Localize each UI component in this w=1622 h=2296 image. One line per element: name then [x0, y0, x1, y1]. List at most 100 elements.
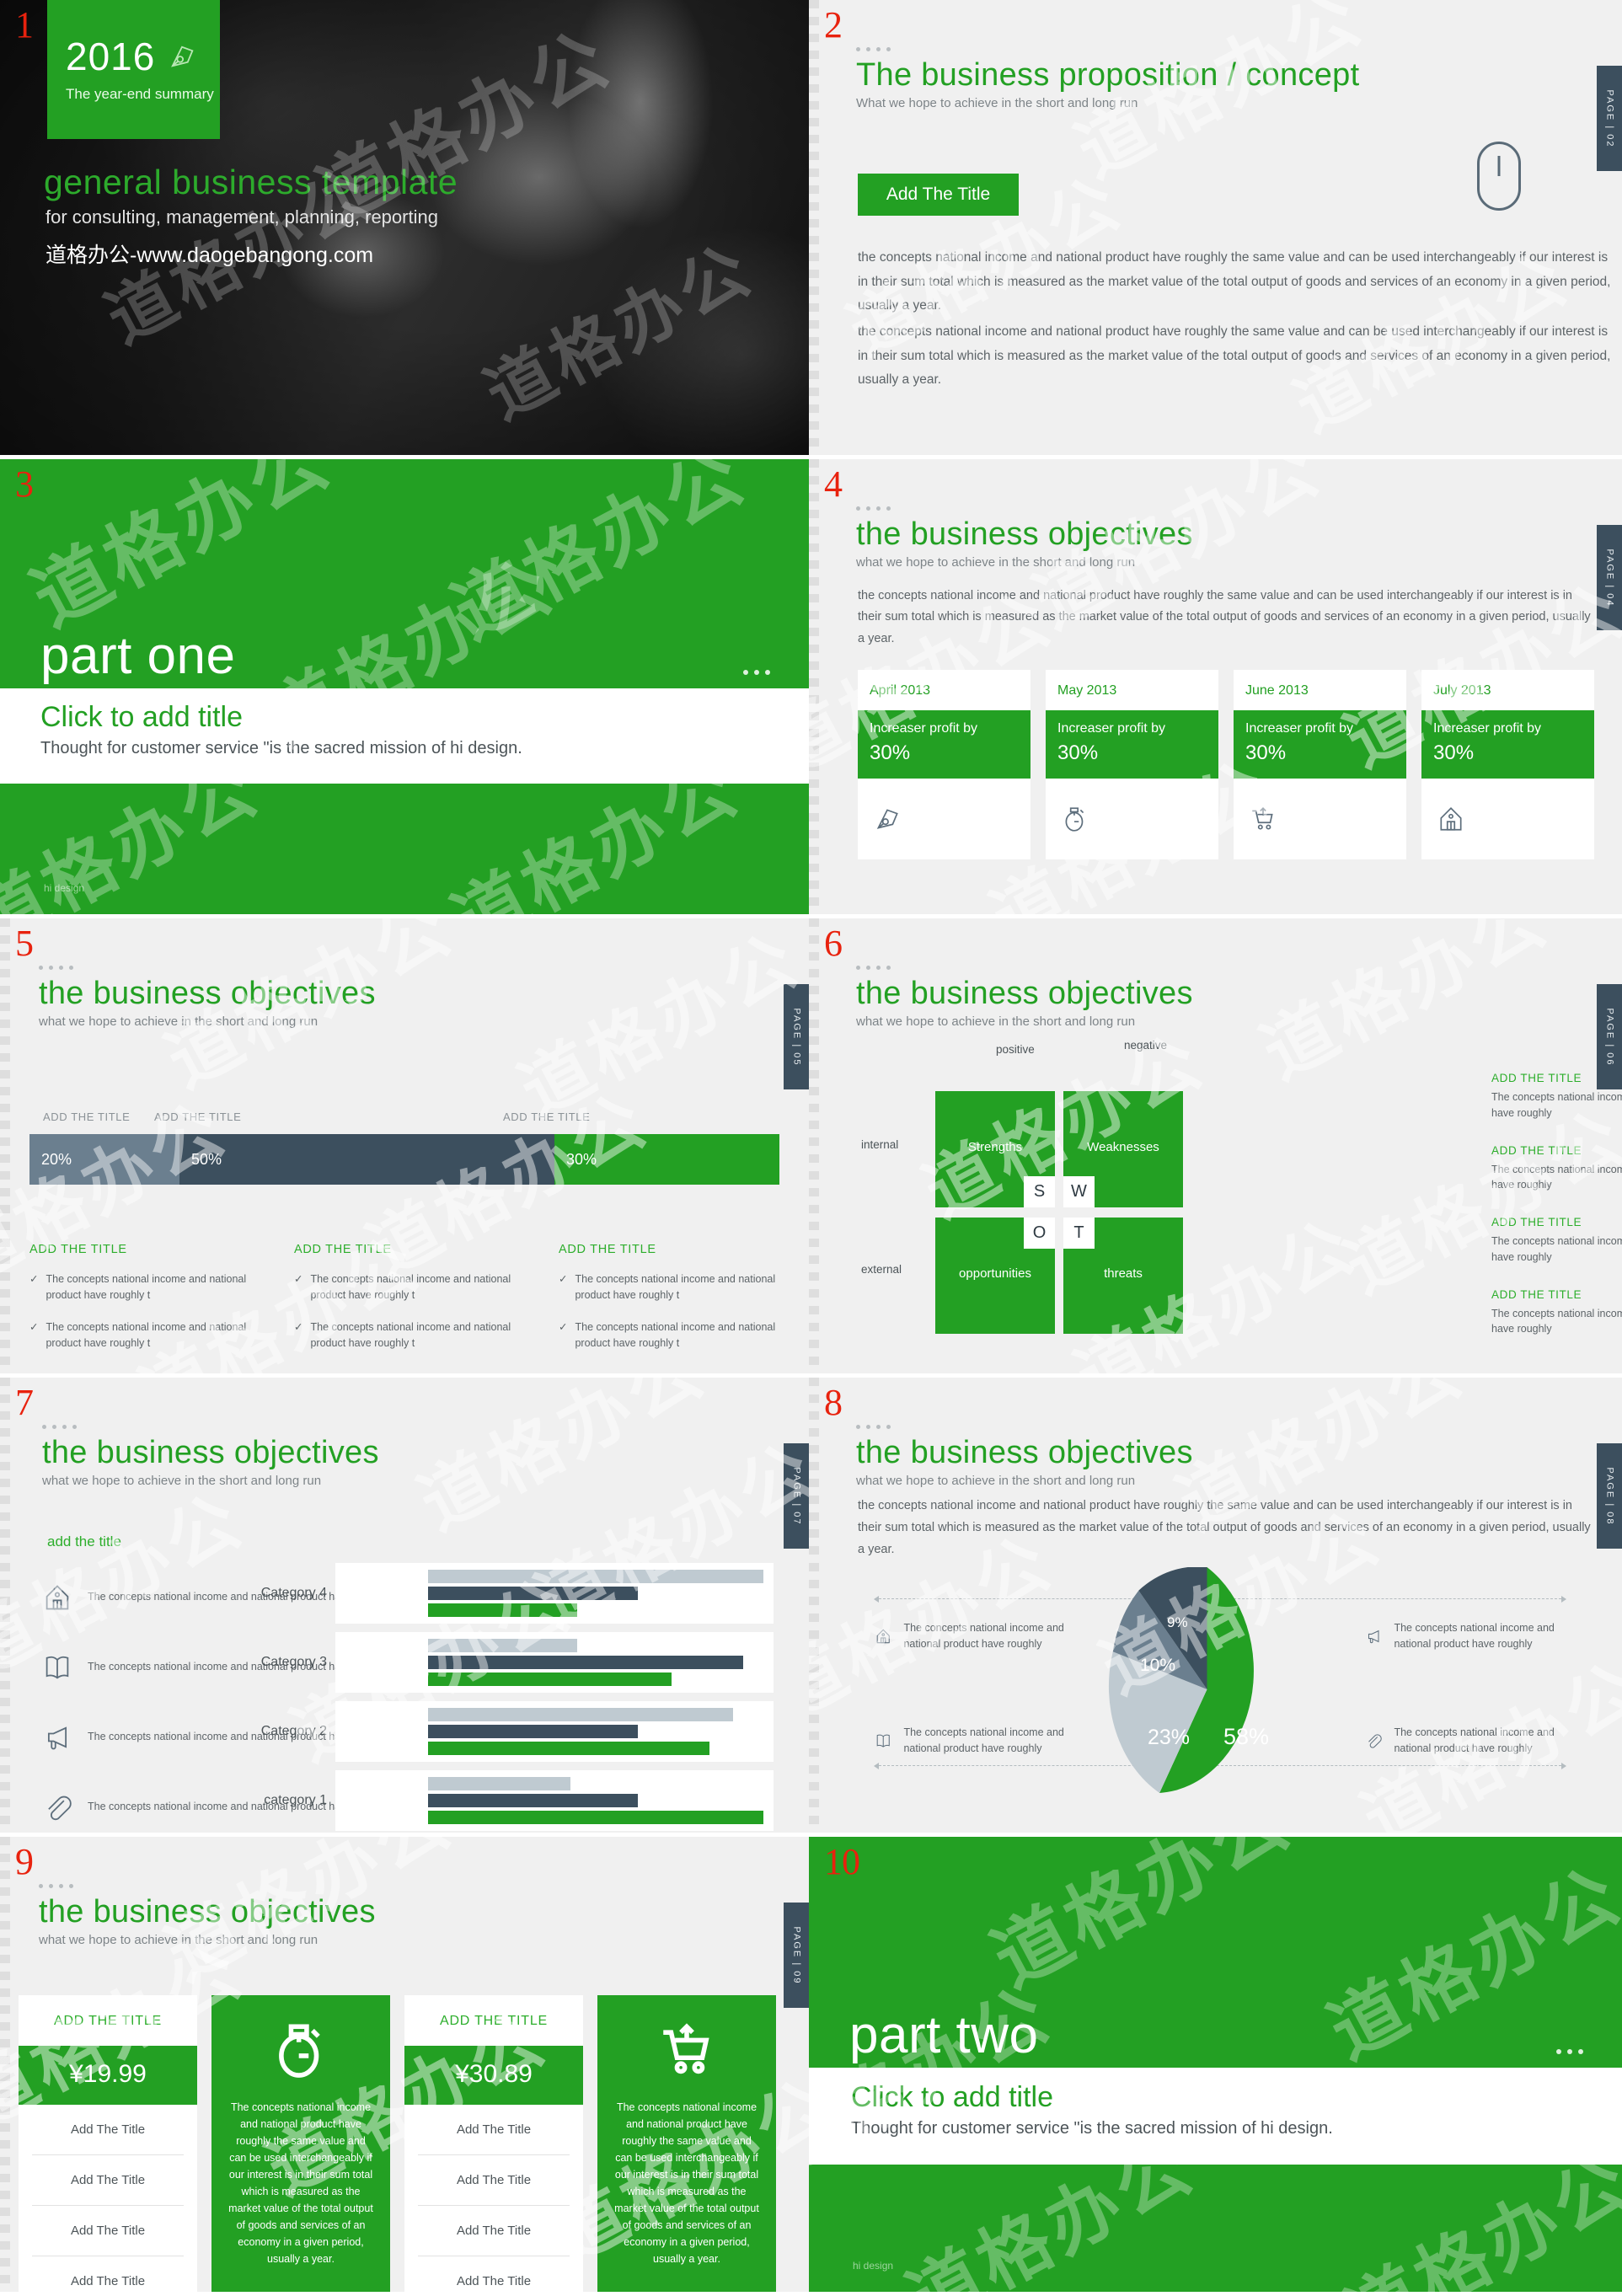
slide-2-proposition[interactable]: 2 PAGE | 02 The business proposition / c…	[809, 0, 1622, 455]
legend-text: The concepts national income and nationa…	[903, 1726, 1064, 1755]
chart-group[interactable]: category 1	[264, 1770, 774, 1831]
paragraph-2: the concepts national income and nationa…	[858, 324, 1611, 388]
category-label: category 1	[264, 1793, 327, 1807]
stopwatch-icon	[279, 2024, 320, 2078]
slide-number: 5	[15, 923, 34, 964]
chart-group[interactable]: Category 3	[261, 1632, 774, 1693]
footer-brand: hi design	[853, 2260, 894, 2272]
bullet-column: ADD THE TITLE ✓ The concepts national inc…	[559, 1243, 779, 1367]
bar-segment[interactable]: 50%	[179, 1134, 554, 1185]
bars	[428, 1708, 767, 1755]
bullet-text: The concepts national income and nationa…	[46, 1273, 247, 1302]
thought-text: Thought for customer service "is the sac…	[40, 739, 522, 757]
bar-segment-value: 30%	[566, 1150, 597, 1168]
add-the-title-button[interactable]: Add The Title	[858, 174, 1019, 216]
price-card[interactable]: ADD THE TITLE ¥30.89 Add The Title Add T…	[404, 1995, 583, 2292]
axis-label-positive: positive	[996, 1043, 1035, 1056]
watermark: 道格办公 道格办公 道格办公 道格办公 道格办公	[0, 459, 760, 914]
bar-label: ADD THE TITLE	[503, 1111, 591, 1123]
detail-text: The concepts national income and nationa…	[1491, 1235, 1622, 1263]
price-card-item[interactable]: Add The Title	[32, 2155, 184, 2206]
bar-dark	[428, 1656, 743, 1669]
slide-10-part-two[interactable]: 10 part two Click to add title Thought f…	[809, 1837, 1622, 2292]
slide-8-pie-chart[interactable]: 8 PAGE | 08 the business objectives what…	[809, 1378, 1622, 1833]
check-icon: ✓	[29, 1273, 39, 1285]
price-card-item[interactable]: Add The Title	[418, 2206, 570, 2256]
cover-subtitle: for consulting, management, planning, re…	[46, 206, 438, 227]
page-tab-label: PAGE | 04	[1604, 549, 1614, 607]
pie-chart[interactable]: 58% 23% 10% 9%	[1108, 1566, 1306, 1812]
legend-item: The concepts national income and nationa…	[1365, 1725, 1576, 1758]
card-metric: Increaser profit by 30%	[1234, 710, 1406, 779]
click-to-add-title[interactable]: Click to add title	[40, 701, 809, 734]
stopwatch-icon	[1065, 807, 1084, 832]
metric-card[interactable]: April 2013 Increaser profit by 30%	[858, 670, 1030, 859]
bar-green	[428, 1811, 763, 1824]
quadrant-label: opportunities	[959, 1266, 1031, 1281]
click-to-add-title[interactable]: Click to add title	[851, 2081, 1622, 2114]
card-label: Increaser profit by	[1433, 721, 1542, 736]
shopping-cart-icon	[663, 2023, 709, 2074]
detail-item: ADD THE TITLE The concepts national inco…	[1491, 1288, 1622, 1338]
pen-nib-icon	[171, 45, 194, 67]
card-date: April 2013	[870, 683, 931, 698]
pie-svg	[1108, 1566, 1254, 1793]
metric-card[interactable]: July 2013 Increaser profit by 30%	[1421, 670, 1594, 859]
slide-header: the business objectives what we hope to …	[856, 1425, 1193, 1488]
swot-matrix: Strengths Weaknesses opportunities threa…	[935, 1091, 1188, 1335]
legend-item: The concepts national income and nationa…	[875, 1725, 1085, 1758]
card-metric: Increaser profit by 30%	[1421, 710, 1594, 779]
slide-6-swot[interactable]: 6 PAGE | 06 the business objectives what…	[809, 918, 1622, 1373]
check-icon: ✓	[294, 1320, 303, 1333]
slide-4-objectives-cards[interactable]: 4 PAGE | 04 the business objectives what…	[809, 459, 1622, 914]
swot-letter-s: S	[1024, 1176, 1055, 1207]
dots-decoration	[856, 506, 1193, 511]
slide-5-stacked-bar[interactable]: 5 PAGE | 05 the business objectives what…	[0, 918, 809, 1373]
metric-card[interactable]: May 2013 Increaser profit by 30%	[1046, 670, 1218, 859]
page-subtitle: what we hope to achieve in the short and…	[39, 1014, 319, 1029]
bar-segment[interactable]: 20%	[29, 1134, 179, 1185]
price-card-item[interactable]: Add The Title	[418, 2256, 570, 2292]
year-box: 2016 The year-end summary	[47, 0, 220, 139]
horizontal-bar-chart: Category 4 Category 3 Category 2 categor…	[261, 1563, 774, 1833]
price-card-item[interactable]: Add The Title	[32, 2206, 184, 2256]
page-tab: PAGE | 08	[1597, 1443, 1622, 1549]
pie-label-58: 58%	[1223, 1724, 1270, 1749]
chart-group[interactable]: Category 2	[261, 1701, 774, 1762]
axis-label-negative: negative	[1124, 1039, 1168, 1052]
bar-segment[interactable]: 30%	[554, 1134, 779, 1185]
title-band: Click to add title Thought for customer …	[0, 688, 809, 784]
page-tab-label: PAGE | 02	[1604, 89, 1614, 147]
slide-3-part-one[interactable]: 3 part one Click to add title Thought fo…	[0, 459, 809, 914]
slide-7-bar-chart[interactable]: 7 PAGE | 07 the business objectives what…	[0, 1378, 809, 1833]
card-icon-slot	[858, 779, 1030, 859]
price-card-item[interactable]: Add The Title	[32, 2105, 184, 2155]
film-strip	[809, 1378, 819, 1833]
film-strip	[0, 918, 10, 1373]
detail-heading: ADD THE TITLE	[1491, 1216, 1582, 1228]
category-label: Category 3	[260, 1655, 327, 1669]
page-tab-label: PAGE | 05	[791, 1008, 801, 1066]
slide-9-pricing[interactable]: 9 PAGE | 09 the business objectives what…	[0, 1837, 809, 2292]
price-card[interactable]: ADD THE TITLE ¥19.99 Add The Title Add T…	[19, 1995, 197, 2292]
check-icon: ✓	[559, 1273, 568, 1285]
metric-card[interactable]: June 2013 Increaser profit by 30%	[1234, 670, 1406, 859]
page-subtitle: What we hope to achieve in the short and…	[856, 95, 1138, 110]
card-value: 30%	[1057, 741, 1099, 764]
swot-letter-o: O	[1024, 1218, 1055, 1249]
paragraph-1: the concepts national income and nationa…	[858, 250, 1611, 313]
price-card-item[interactable]: Add The Title	[418, 2155, 570, 2206]
bullet-text: The concepts national income and nationa…	[575, 1273, 776, 1302]
feature-card[interactable]: The concepts national income and nationa…	[597, 1995, 776, 2292]
bullet-column: ADD THE TITLE ✓ The concepts national inc…	[294, 1243, 515, 1367]
dots-decoration	[39, 966, 376, 970]
price-card-item[interactable]: Add The Title	[418, 2105, 570, 2155]
price-card-item[interactable]: Add The Title	[32, 2256, 184, 2292]
chart-group[interactable]: Category 4	[261, 1563, 774, 1624]
page-tab: PAGE | 02	[1597, 66, 1622, 171]
quadrant-label: threats	[1104, 1266, 1143, 1281]
slide-number: 9	[15, 1841, 34, 1882]
slide-1-cover[interactable]: 1 2016 The year-end summary general busi…	[0, 0, 809, 455]
feature-card[interactable]: The concepts national income and nationa…	[211, 1995, 390, 2292]
feature-card-text: The concepts national income and nationa…	[228, 2101, 373, 2265]
